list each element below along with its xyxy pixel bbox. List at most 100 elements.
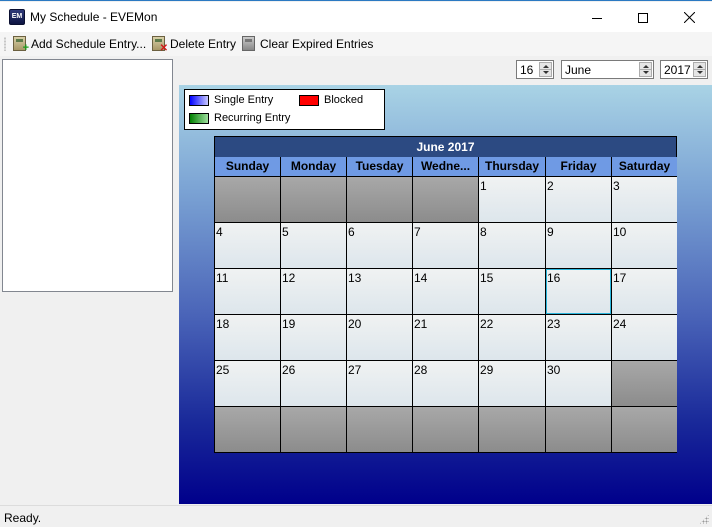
day-number: 6 [348, 225, 355, 239]
clear-expired-entries-label: Clear Expired Entries [260, 37, 374, 51]
day-spinner[interactable]: 16 [516, 60, 554, 79]
calendar-day-cell[interactable]: 4 [215, 223, 280, 268]
schedule-window: EM My Schedule - EVEMon + Add Schedule E… [0, 0, 712, 527]
calendar-day-cell[interactable]: 7 [413, 223, 478, 268]
maximize-icon [638, 12, 648, 23]
calendar-empty-cell[interactable] [281, 407, 346, 452]
day-spin-buttons[interactable] [539, 62, 552, 77]
close-icon [683, 12, 695, 23]
day-number: 11 [216, 271, 229, 285]
day-number: 28 [414, 363, 428, 377]
day-number: 12 [282, 271, 296, 285]
calendar-day-cell[interactable]: 24 [612, 315, 677, 360]
calendar-day-cell[interactable]: 19 [281, 315, 346, 360]
add-entry-icon: + [12, 36, 29, 54]
day-number: 16 [547, 271, 561, 285]
day-number: 19 [282, 317, 296, 331]
calendar-day-cell[interactable]: 20 [347, 315, 412, 360]
weekday-header: Monday [281, 157, 346, 176]
calendar-day-cell[interactable]: 23 [546, 315, 611, 360]
day-number: 9 [547, 225, 554, 239]
calendar-day-cell[interactable]: 12 [281, 269, 346, 314]
calendar-empty-cell[interactable] [413, 177, 478, 222]
calendar-day-cell[interactable]: 9 [546, 223, 611, 268]
minimize-button[interactable] [574, 3, 620, 32]
calendar-day-cell[interactable]: 5 [281, 223, 346, 268]
calendar-day-cell[interactable]: 2 [546, 177, 611, 222]
calendar-day-cell[interactable]: 14 [413, 269, 478, 314]
recurring-entry-swatch [189, 112, 209, 124]
calendar-day-cell[interactable]: 11 [215, 269, 280, 314]
legend-recurring-entry: Recurring Entry [189, 112, 290, 124]
calendar-day-cell[interactable]: 8 [479, 223, 545, 268]
day-number: 3 [613, 179, 620, 193]
clear-expired-entries-button[interactable]: Clear Expired Entries [241, 34, 373, 54]
day-number: 17 [613, 271, 627, 285]
year-spin-buttons[interactable] [693, 62, 706, 77]
calendar-day-cell[interactable]: 15 [479, 269, 545, 314]
day-number: 5 [282, 225, 289, 239]
calendar-empty-cell[interactable] [612, 407, 677, 452]
day-number: 25 [216, 363, 230, 377]
calendar-empty-cell[interactable] [546, 407, 611, 452]
day-number: 15 [480, 271, 494, 285]
calendar-empty-cell[interactable] [479, 407, 545, 452]
status-text: Ready. [4, 511, 42, 525]
calendar-day-cell[interactable]: 3 [612, 177, 677, 222]
calendar-empty-cell[interactable] [215, 407, 280, 452]
weekday-header: Sunday [215, 157, 280, 176]
schedule-entries-list[interactable] [2, 59, 173, 292]
calendar-day-cell[interactable]: 10 [612, 223, 677, 268]
day-number: 10 [613, 225, 627, 239]
close-button[interactable] [666, 3, 712, 32]
month-spin-buttons[interactable] [639, 62, 652, 77]
calendar-day-cell[interactable]: 27 [347, 361, 412, 406]
calendar-day-cell[interactable]: 21 [413, 315, 478, 360]
toolbar-grip[interactable] [4, 37, 6, 51]
spin-up-icon[interactable] [643, 65, 649, 68]
day-number: 13 [348, 271, 362, 285]
day-number: 1 [480, 179, 487, 193]
calendar-empty-cell[interactable] [413, 407, 478, 452]
calendar-day-cell[interactable]: 25 [215, 361, 280, 406]
calendar-day-cell[interactable]: 1 [479, 177, 545, 222]
spin-down-icon[interactable] [543, 71, 549, 74]
legend: Single Entry Blocked Recurring Entry [184, 89, 385, 130]
day-value: 16 [520, 63, 534, 77]
spin-down-icon[interactable] [643, 71, 649, 74]
spin-up-icon[interactable] [543, 65, 549, 68]
calendar-grid: 1 2 3 4 5 6 7 8 9 10 11 12 13 14 15 16 17 18 19 20 21 22 23 24 2… [215, 177, 677, 452]
calendar-day-cell[interactable]: 22 [479, 315, 545, 360]
calendar-empty-cell[interactable] [281, 177, 346, 222]
legend-blocked: Blocked [299, 94, 363, 106]
calendar-day-cell[interactable]: 16 [546, 269, 611, 314]
delete-entry-button[interactable]: ✕ Delete Entry [151, 34, 236, 54]
calendar-empty-cell[interactable] [347, 177, 412, 222]
year-spinner[interactable]: 2017 [660, 60, 708, 79]
calendar-day-cell[interactable]: 6 [347, 223, 412, 268]
calendar-day-cell[interactable]: 26 [281, 361, 346, 406]
minimize-icon [592, 17, 602, 19]
calendar-empty-cell[interactable] [347, 407, 412, 452]
calendar-day-cell[interactable]: 13 [347, 269, 412, 314]
day-number: 30 [547, 363, 561, 377]
day-number: 27 [348, 363, 362, 377]
weekday-header-row: Sunday Monday Tuesday Wedne... Thursday Frida… [215, 157, 677, 176]
day-number: 2 [547, 179, 554, 193]
month-spinner[interactable]: June [561, 60, 654, 79]
add-schedule-entry-button[interactable]: + Add Schedule Entry... [12, 34, 146, 54]
maximize-button[interactable] [620, 3, 666, 32]
calendar-day-cell[interactable]: 29 [479, 361, 545, 406]
spin-down-icon[interactable] [697, 71, 703, 74]
spin-up-icon[interactable] [697, 65, 703, 68]
calendar-day-cell[interactable]: 18 [215, 315, 280, 360]
calendar-day-cell[interactable]: 28 [413, 361, 478, 406]
legend-blocked-label: Blocked [324, 94, 364, 106]
day-number: 14 [414, 271, 428, 285]
calendar-day-cell[interactable]: 30 [546, 361, 611, 406]
resize-grip-icon[interactable] [699, 514, 709, 524]
calendar-day-cell[interactable]: 17 [612, 269, 677, 314]
calendar-empty-cell[interactable] [612, 361, 677, 406]
toolbar: + Add Schedule Entry... ✕ Delete Entry C… [0, 32, 712, 56]
calendar-empty-cell[interactable] [215, 177, 280, 222]
